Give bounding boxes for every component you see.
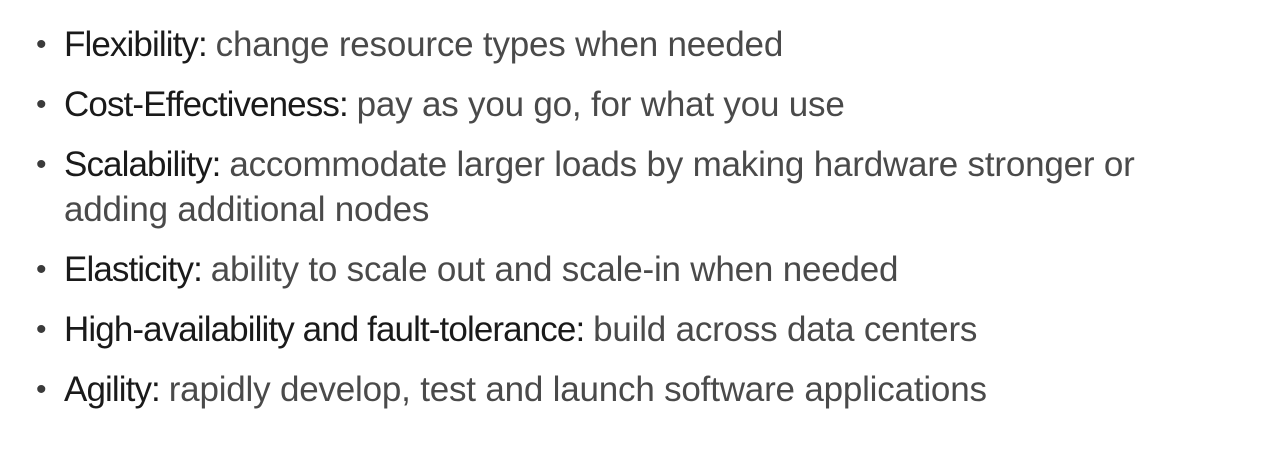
bullet-icon: • <box>36 313 47 346</box>
list-item-flexibility: • Flexibility: change resource types whe… <box>36 22 1234 67</box>
list-item-high-availability: • High-availability and fault-tolerance:… <box>36 307 1234 352</box>
term-description: pay as you go, for what you use <box>356 85 845 124</box>
bullet-icon: • <box>36 88 47 121</box>
list-item-elasticity: • Elasticity: ability to scale out and s… <box>36 247 1234 292</box>
bullet-icon: • <box>36 253 47 286</box>
list-item-cost-effectiveness: • Cost-Effectiveness: pay as you go, for… <box>36 82 1234 127</box>
bullet-icon: • <box>36 28 47 61</box>
bullet-icon: • <box>36 148 47 181</box>
term-description: build across data centers <box>593 310 978 349</box>
term-label: Flexibility: <box>64 25 216 64</box>
term-description: ability to scale out and scale-in when n… <box>210 250 899 289</box>
list-item-scalability: • Scalability: accommodate larger loads … <box>36 142 1234 232</box>
term-description: rapidly develop, test and launch softwar… <box>168 370 987 409</box>
benefits-list: • Flexibility: change resource types whe… <box>36 22 1234 412</box>
term-label: Scalability: <box>64 145 230 184</box>
list-item-agility: • Agility: rapidly develop, test and lau… <box>36 367 1234 412</box>
slide: • Flexibility: change resource types whe… <box>0 0 1274 459</box>
term-label: Cost-Effectiveness: <box>64 85 357 124</box>
term-label: Agility: <box>64 370 169 409</box>
term-label: High-availability and fault-tolerance: <box>64 310 594 349</box>
bullet-icon: • <box>36 373 47 406</box>
term-label: Elasticity: <box>64 250 211 289</box>
term-description: change resource types when needed <box>215 25 784 64</box>
